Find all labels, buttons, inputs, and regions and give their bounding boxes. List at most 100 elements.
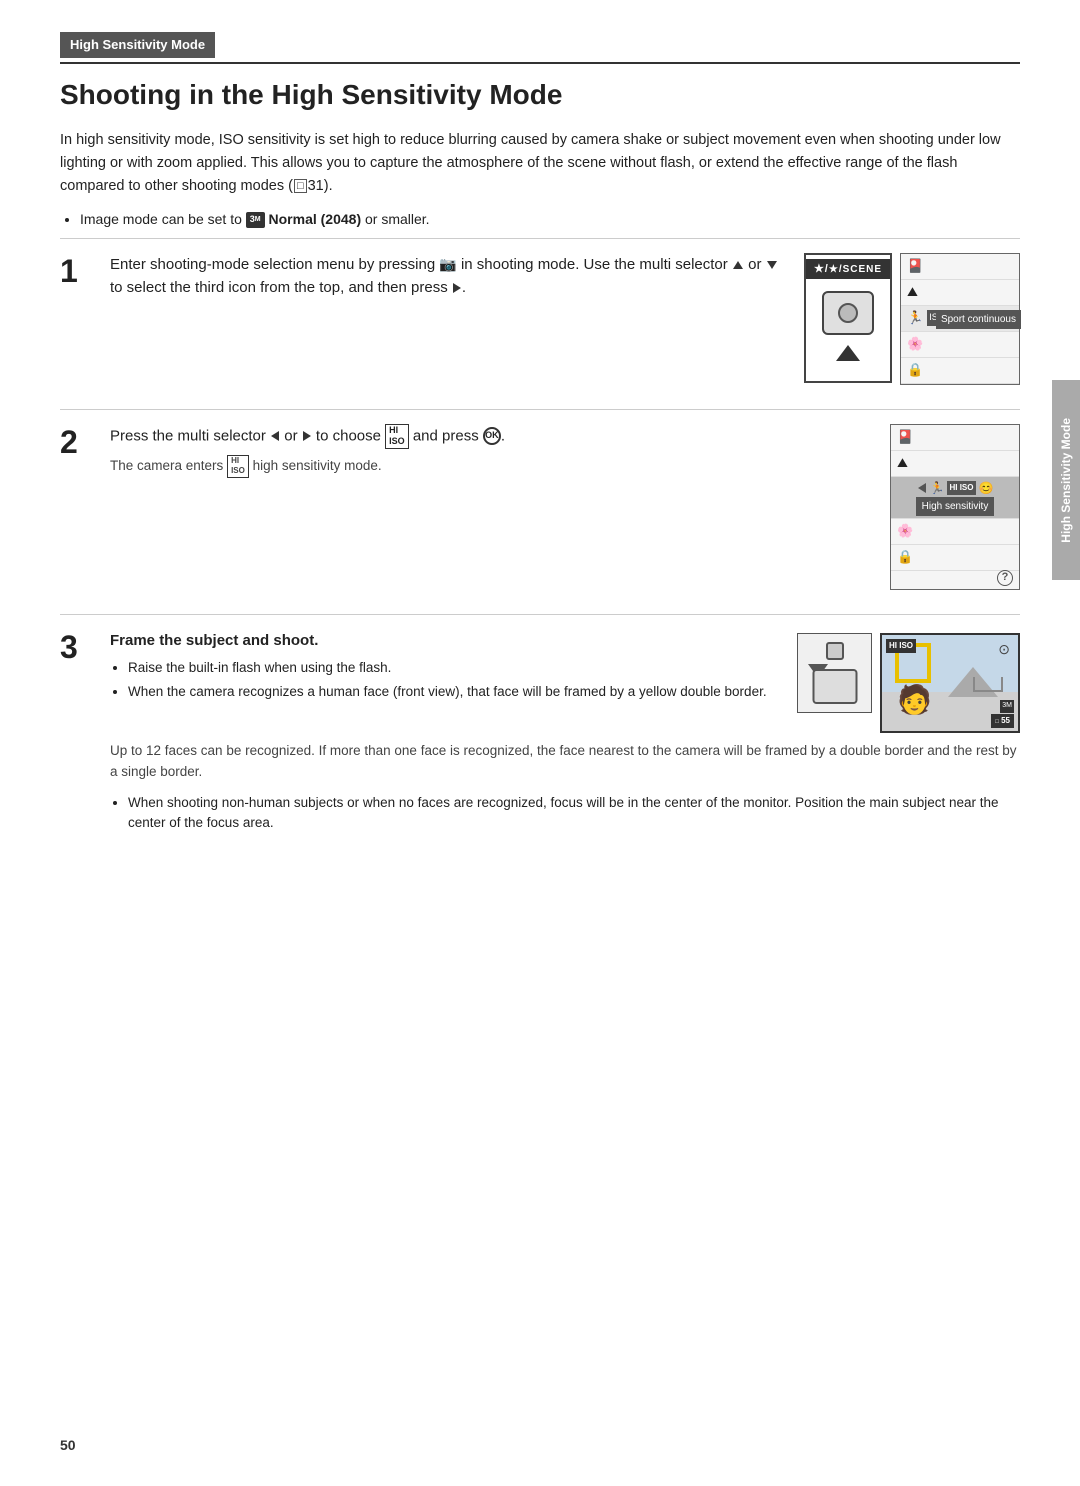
image-mode-bullet-item: Image mode can be set to 3M Normal (2048…: [80, 209, 1020, 230]
step-3-content-row: Frame the subject and shoot. Raise the b…: [110, 629, 1020, 733]
icon-sport: 🏃: [907, 308, 923, 328]
step2-icon-row-1: 🎴: [891, 425, 1019, 451]
cam-top-right-icons: ⊙: [998, 639, 1010, 660]
icon-row-4: 🌸: [901, 332, 1019, 358]
step-1-title: Enter shooting-mode selection menu by pr…: [110, 253, 780, 300]
intro-ref: 31: [308, 178, 324, 194]
sport-continuous-tooltip: Sport continuous: [936, 310, 1021, 329]
side-tab: High Sensitivity Mode: [1052, 380, 1080, 580]
step-3-text: Frame the subject and shoot. Raise the b…: [110, 629, 781, 707]
high-sensitivity-tooltip: High sensitivity: [916, 497, 995, 516]
step-1-number: 1: [60, 255, 110, 385]
step2-icon-row-4: 🌸: [891, 519, 1019, 545]
flash-head: [826, 642, 844, 660]
tri-right-icon-2: [303, 431, 311, 441]
camera-display: 🧑 HI ISO ⊙ 3M □ 55: [880, 633, 1020, 733]
step2-icon-row-3-active: 🏃 HI ISO 😊 High sensitivity: [891, 477, 1019, 519]
step-3-bullet-1: Raise the built-in flash when using the …: [128, 658, 781, 679]
page-container: High Sensitivity Mode Shooting in the Hi…: [0, 0, 1080, 1486]
step-2-panel: 🎴 ⛰ 🏃 HI ISO 😊: [890, 424, 1020, 590]
step-2-body: Press the multi selector or to choose HI…: [110, 424, 1020, 590]
step-1-icon-menu: 🎴 ⛰ 🏃 ISO 😊: [900, 253, 1020, 385]
image-mode-bullets: Image mode can be set to 3M Normal (2048…: [80, 209, 1020, 230]
step-1-diagrams: ★/★/SCENE 🎴: [804, 253, 1020, 385]
step-3-extra-text: Up to 12 faces can be recognized. If mor…: [110, 741, 1020, 783]
ok-button-icon: OK: [483, 427, 501, 445]
page-number: 50: [60, 1435, 76, 1456]
icon-landscape: ⛰: [907, 282, 918, 302]
step-3-number: 3: [60, 631, 110, 839]
scene-arrow-up-icon: [836, 345, 860, 361]
step-3-body: Frame the subject and shoot. Raise the b…: [110, 629, 1020, 839]
step2-active-icons: 🏃 HI ISO 😊: [917, 479, 994, 497]
intro-text-main: In high sensitivity mode, ISO sensitivit…: [60, 132, 1001, 194]
triangle-up-icon: [733, 261, 743, 269]
step2-hi-iso-small: HI ISO: [947, 481, 975, 495]
step-1-text: Enter shooting-mode selection menu by pr…: [110, 253, 780, 306]
step-1-body: Enter shooting-mode selection menu by pr…: [110, 253, 1020, 385]
step-1-content-row: Enter shooting-mode selection menu by pr…: [110, 253, 1020, 385]
hi-iso-inline-icon: HIISO: [227, 455, 249, 478]
section-header-title: High Sensitivity Mode: [60, 32, 215, 58]
step-3-bullets: Raise the built-in flash when using the …: [128, 658, 781, 703]
intro-end: ).: [324, 178, 333, 194]
page-title: Shooting in the High Sensitivity Mode: [60, 78, 1020, 112]
icon-row-5: 🔒: [901, 358, 1019, 384]
intro-paragraph: In high sensitivity mode, ISO sensitivit…: [60, 129, 1020, 199]
step2-icon-portrait: 🎴: [897, 427, 913, 447]
step2-icon-row-2: ⛰: [891, 451, 1019, 477]
step-3-final-bullet: When shooting non-human subjects or when…: [128, 793, 1020, 835]
scene-star-icon: ★/: [814, 263, 829, 275]
triangle-down-icon: [767, 261, 777, 269]
icon-row-2: ⛰: [901, 280, 1019, 306]
camera-icon: 📷: [439, 254, 456, 276]
section-header: High Sensitivity Mode: [60, 32, 1020, 64]
step-2: 2 Press the multi selector or to choose …: [60, 409, 1020, 590]
step2-flower-icon: 🌸: [897, 521, 913, 541]
step2-sport-icon: 🏃: [930, 479, 945, 497]
icon-row-1: 🎴: [901, 254, 1019, 280]
normal-icon: 3M: [246, 212, 265, 228]
step-2-text: Press the multi selector or to choose HI…: [110, 424, 874, 478]
icon-flower: 🌸: [907, 334, 923, 354]
triangle-right-icon: [453, 283, 461, 293]
scene-selector-diagram: ★/★/SCENE: [804, 253, 892, 383]
icon-lock: 🔒: [907, 360, 923, 380]
step-3-title: Frame the subject and shoot.: [110, 629, 781, 652]
step2-lock-icon: 🔒: [897, 547, 913, 567]
tri-left-icon: [271, 431, 279, 441]
scene-person: 🧑: [897, 679, 932, 721]
step-3-bullet-2: When the camera recognizes a human face …: [128, 682, 781, 703]
step2-tri-left: [918, 483, 926, 493]
intro-book-icon: □: [294, 179, 307, 193]
cam-count-prefix: □: [995, 719, 999, 725]
flash-diagram: [797, 633, 872, 713]
step2-face-icon: 😊: [979, 479, 994, 497]
step2-icon-row-5: 🔒: [891, 545, 1019, 571]
main-content: High Sensitivity Mode Shooting in the Hi…: [0, 0, 1080, 1486]
step-2-desc: The camera enters HIISO high sensitivity…: [110, 455, 874, 478]
icon-camera-small: 🎴: [907, 256, 923, 276]
scene-camera-body: [822, 291, 874, 335]
cam-3m-label: 3M: [1000, 700, 1014, 713]
step2-icon-landscape: ⛰: [897, 453, 908, 473]
step-1: 1 Enter shooting-mode selection menu by …: [60, 238, 1020, 385]
scene-boat: [973, 677, 1003, 692]
image-mode-bold: Normal (2048): [269, 211, 362, 227]
cam-bottom-right-info: 3M □ 55: [991, 700, 1014, 728]
camera-display-inner: 🧑 HI ISO ⊙ 3M □ 55: [882, 635, 1018, 731]
step-3: 3 Frame the subject and shoot. Raise the…: [60, 614, 1020, 839]
step2-panel-footer: ?: [891, 571, 1019, 589]
step-2-number: 2: [60, 426, 110, 590]
side-tab-label: High Sensitivity Mode: [1057, 418, 1075, 543]
icon-row-3-highlighted: 🏃 ISO 😊 Sport continuous: [901, 306, 1019, 332]
flash-body: [812, 669, 857, 704]
step-3-diagrams: 🧑 HI ISO ⊙ 3M □ 55: [797, 633, 1020, 733]
question-mark-icon: ?: [997, 570, 1013, 586]
scene-top-bar: ★/★/SCENE: [806, 259, 890, 280]
scene-camera-lens: [838, 303, 858, 323]
cam-hi-iso-badge: HI ISO: [886, 639, 916, 653]
step-3-final-bullets: When shooting non-human subjects or when…: [128, 793, 1020, 835]
hi-iso-badge: HIISO: [385, 424, 409, 449]
step-2-title: Press the multi selector or to choose HI…: [110, 424, 874, 449]
